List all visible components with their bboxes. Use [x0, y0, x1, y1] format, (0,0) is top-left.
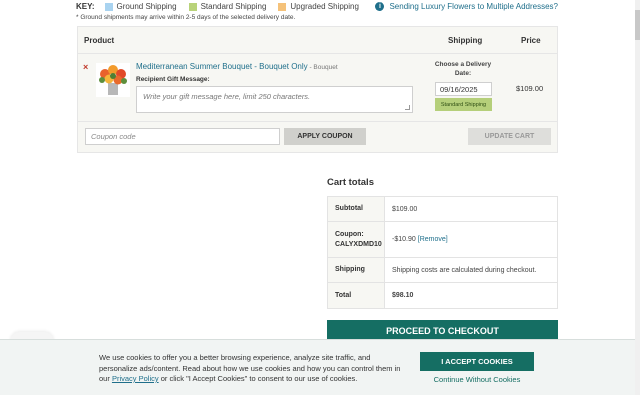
shipping-key: KEY: Ground Shipping Standard Shipping U… — [76, 1, 371, 12]
page-scrollbar[interactable] — [635, 0, 640, 395]
coupon-label: Coupon: CALYXDMD10 — [328, 222, 385, 257]
remove-item-button[interactable]: × — [83, 62, 88, 72]
product-type: - Bouquet — [307, 64, 338, 71]
coupon-code-input[interactable]: Coupon code — [85, 128, 280, 145]
key-upgraded: Upgraded Shipping — [278, 2, 359, 11]
multiple-addresses-link[interactable]: i Sending Luxury Flowers to Multiple Add… — [375, 1, 558, 12]
remove-coupon-link[interactable]: [Remove] — [418, 236, 448, 243]
total-label: Total — [328, 283, 385, 308]
info-circle-icon: i — [375, 2, 385, 11]
subtotal-row: Subtotal $109.00 — [328, 197, 557, 222]
cart-table: Product Shipping Price × Mediterranean S… — [77, 26, 558, 153]
header-divider — [78, 53, 557, 54]
ground-swatch — [104, 2, 113, 11]
coupon-row: Coupon: CALYXDMD10 -$10.90 [Remove] — [328, 222, 557, 258]
cart-totals-title: Cart totals — [327, 177, 374, 188]
standard-swatch — [188, 2, 197, 11]
gift-message-label: Recipient Gift Message: — [136, 76, 210, 83]
coupon-value-cell: -$10.90 [Remove] — [392, 222, 448, 257]
item-divider — [78, 121, 557, 122]
gift-message-textarea[interactable]: Write your gift message here, limit 250 … — [136, 86, 413, 113]
standard-shipping-badge[interactable]: Standard Shipping — [435, 98, 492, 111]
header-price: Price — [521, 35, 541, 45]
subtotal-label: Subtotal — [328, 197, 385, 221]
accept-cookies-button[interactable]: I ACCEPT COOKIES — [420, 352, 534, 371]
product-link[interactable]: Mediterranean Summer Bouquet - Bouquet O… — [136, 62, 338, 71]
header-product: Product — [84, 35, 115, 45]
upgraded-swatch — [278, 2, 287, 11]
key-standard-label: Standard Shipping — [200, 2, 267, 11]
product-name[interactable]: Mediterranean Summer Bouquet - Bouquet O… — [136, 62, 308, 71]
subtotal-value: $109.00 — [392, 205, 418, 213]
cookie-text-after: or click "I Accept Cookies" to consent t… — [158, 374, 358, 383]
shipping-label: Shipping — [328, 258, 385, 282]
ground-note: * Ground shipments may arrive within 2-5… — [76, 14, 296, 21]
choose-delivery-date-label: Choose a Delivery Date: — [434, 61, 492, 77]
key-standard: Standard Shipping — [188, 2, 267, 11]
delivery-date-input[interactable]: 09/16/2025 — [435, 82, 492, 96]
scrollbar-thumb[interactable] — [635, 10, 640, 40]
resize-grip-icon[interactable] — [405, 105, 410, 110]
coupon-value: -$10.90 — [392, 236, 416, 243]
apply-coupon-button[interactable]: APPLY COUPON — [284, 128, 366, 145]
cookie-banner: We use cookies to offer you a better bro… — [0, 339, 635, 395]
shipping-row: Shipping Shipping costs are calculated d… — [328, 258, 557, 283]
bouquet-thumbnail[interactable] — [96, 63, 130, 97]
header-shipping: Shipping — [448, 35, 483, 45]
item-price: $109.00 — [516, 84, 544, 93]
cookie-message: We use cookies to offer you a better bro… — [99, 353, 404, 385]
privacy-policy-link[interactable]: Privacy Policy — [112, 374, 159, 383]
key-upgraded-label: Upgraded Shipping — [290, 2, 359, 11]
cart-totals-table: Subtotal $109.00 Coupon: CALYXDMD10 -$10… — [327, 196, 558, 309]
total-row: Total $98.10 — [328, 283, 557, 308]
gift-message-placeholder: Write your gift message here, limit 250 … — [143, 92, 311, 101]
update-cart-button[interactable]: UPDATE CART — [468, 128, 551, 145]
multiple-addresses-label: Sending Luxury Flowers to Multiple Addre… — [389, 2, 558, 11]
total-value: $98.10 — [392, 292, 414, 299]
shipping-value: Shipping costs are calculated during che… — [392, 266, 537, 274]
key-ground-label: Ground Shipping — [116, 2, 177, 11]
key-label: KEY: — [76, 2, 95, 11]
continue-without-cookies-link[interactable]: Continue Without Cookies — [420, 375, 534, 384]
key-ground: Ground Shipping — [104, 2, 177, 11]
